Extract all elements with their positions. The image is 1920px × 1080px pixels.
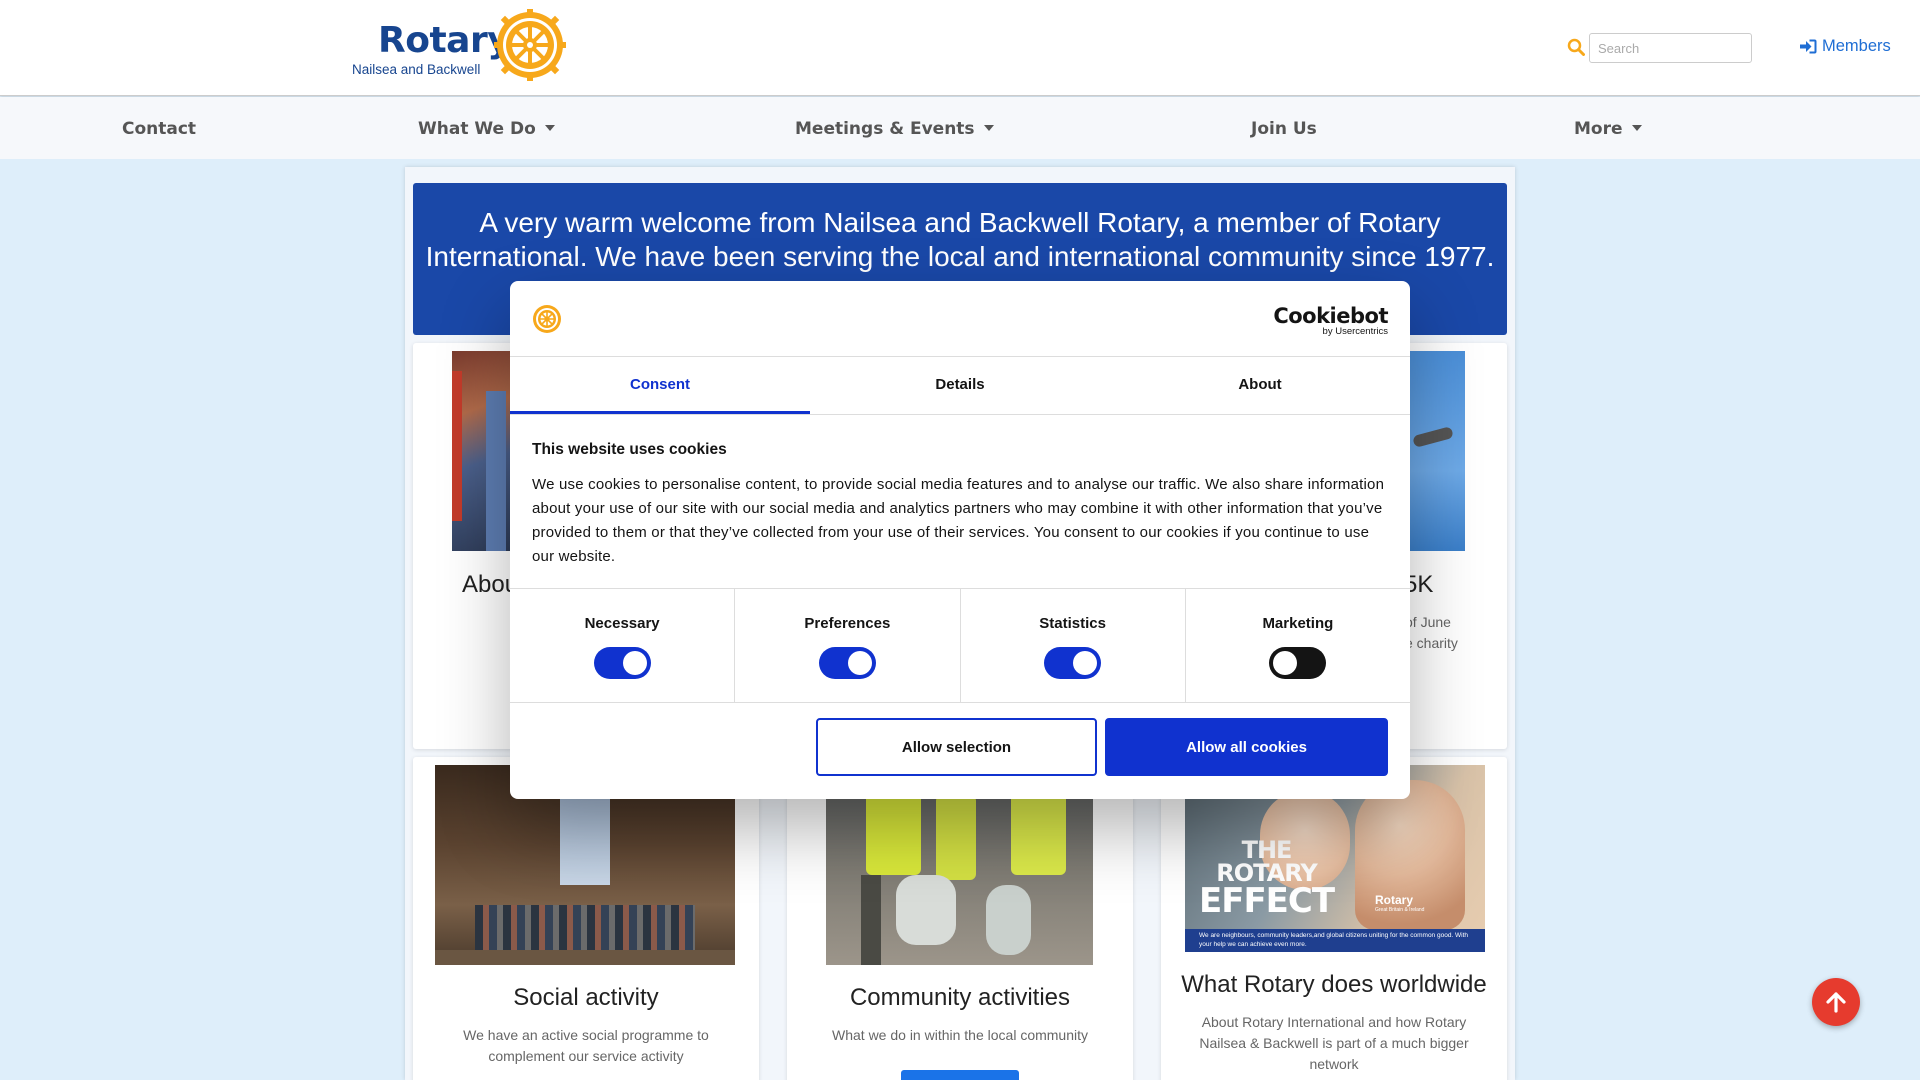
nav-item-what-we-do[interactable]: What We Do xyxy=(418,119,555,139)
event-title: 5K xyxy=(1404,571,1434,598)
poster-brand: Rotary xyxy=(1375,893,1414,907)
cookiebot-logo[interactable]: Cookiebot by Usercentrics xyxy=(1273,305,1388,337)
rotary-logo[interactable]: Rotary Nailsea and Backwell xyxy=(351,8,571,82)
scroll-to-top-button[interactable] xyxy=(1812,978,1860,1026)
main-nav: Contact What We Do Meetings & Events Joi… xyxy=(0,97,1920,159)
rotary-worldwide-title: What Rotary does worldwide xyxy=(1181,971,1487,998)
tab-details[interactable]: Details xyxy=(810,357,1110,414)
poster-tagline: We are neighbours, community leaders,and… xyxy=(1185,929,1485,952)
cookiebot-logo-text: Cookiebot xyxy=(1273,304,1388,328)
logo-text: Rotary xyxy=(378,20,511,61)
members-link[interactable]: Members xyxy=(1800,37,1891,56)
card-community-activities[interactable]: Community activities What we do in withi… xyxy=(787,757,1133,1080)
rotary-worldwide-text: About Rotary International and how Rotar… xyxy=(1199,1014,1469,1072)
dialog-header: Cookiebot by Usercentrics xyxy=(510,281,1410,357)
marketing-switch[interactable] xyxy=(1269,647,1327,679)
site-header: Rotary Nailsea and Backwell Search Membe… xyxy=(0,0,1920,96)
event-text-1: of June xyxy=(1405,614,1451,630)
toggle-preferences: Preferences xyxy=(735,589,961,702)
nav-item-more[interactable]: More xyxy=(1574,119,1642,139)
search-input[interactable] xyxy=(1589,33,1752,63)
necessary-switch[interactable] xyxy=(593,647,651,679)
dialog-body: This website uses cookies We use cookies… xyxy=(532,441,1388,569)
about-image[interactable] xyxy=(452,351,512,551)
rotary-wheel-icon xyxy=(533,305,561,333)
poster-line-3: EFFECT xyxy=(1199,881,1335,921)
toggle-label-statistics: Statistics xyxy=(1039,615,1106,632)
social-activity-title: Social activity xyxy=(513,984,659,1011)
caret-down-icon xyxy=(1631,125,1642,131)
community-activities-title: Community activities xyxy=(849,984,1071,1011)
community-activities-button[interactable] xyxy=(901,1070,1019,1080)
caret-down-icon xyxy=(544,125,555,131)
statistics-switch[interactable] xyxy=(1044,647,1102,679)
cookie-toggles: Necessary Preferences Statistics Marketi… xyxy=(510,588,1410,703)
welcome-text: A very warm welcome from Nailsea and Bac… xyxy=(425,207,1495,272)
toggle-label-necessary: Necessary xyxy=(584,615,660,632)
community-activities-text: What we do in within the local community xyxy=(832,1027,1088,1043)
event-image[interactable] xyxy=(1405,351,1465,551)
tab-consent[interactable]: Consent xyxy=(510,357,810,414)
dialog-description: We use cookies to personalise content, t… xyxy=(532,476,1385,565)
allow-all-cookies-button[interactable]: Allow all cookies xyxy=(1105,718,1388,776)
cookie-consent-dialog: Cookiebot by Usercentrics Consent Detail… xyxy=(510,281,1410,799)
dialog-heading: This website uses cookies xyxy=(532,441,727,458)
allow-selection-button[interactable]: Allow selection xyxy=(816,718,1097,776)
caret-down-icon xyxy=(983,125,994,131)
event-text-2: e charity xyxy=(1405,635,1458,651)
social-activity-text: We have an active social programme to co… xyxy=(463,1027,709,1064)
toggle-label-marketing: Marketing xyxy=(1262,615,1334,632)
card-rotary-worldwide[interactable]: THE ROTARY EFFECT Rotary Great Britain &… xyxy=(1161,757,1507,1080)
rotary-wheel-icon xyxy=(494,9,566,81)
search-icon[interactable] xyxy=(1567,38,1585,56)
card-social-activity[interactable]: Social activity We have an active social… xyxy=(413,757,759,1080)
toggle-statistics: Statistics xyxy=(961,589,1186,702)
arrow-up-icon xyxy=(1826,992,1846,1013)
dialog-tabs: Consent Details About xyxy=(510,357,1410,415)
toggle-necessary: Necessary xyxy=(510,589,736,702)
toggle-marketing: Marketing xyxy=(1186,589,1410,702)
members-label: Members xyxy=(1822,37,1891,55)
sign-in-icon xyxy=(1800,39,1817,54)
preferences-switch[interactable] xyxy=(818,647,876,679)
poster-brand-sub: Great Britain & Ireland xyxy=(1375,907,1425,913)
nav-item-meetings-events[interactable]: Meetings & Events xyxy=(795,119,994,139)
logo-subtitle: Nailsea and Backwell xyxy=(352,62,481,77)
nav-item-contact[interactable]: Contact xyxy=(122,119,196,139)
toggle-label-preferences: Preferences xyxy=(804,615,891,632)
nav-item-join-us[interactable]: Join Us xyxy=(1251,119,1317,139)
tab-about[interactable]: About xyxy=(1110,357,1410,414)
